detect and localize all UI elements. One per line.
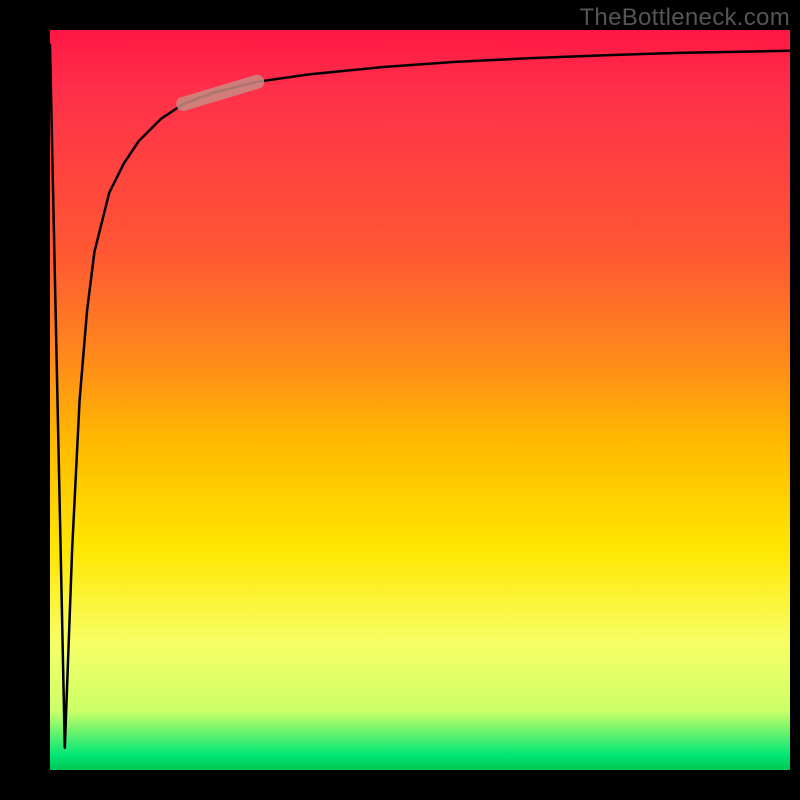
chart-container: TheBottleneck.com bbox=[0, 0, 800, 800]
plot-area bbox=[50, 30, 790, 770]
bottleneck-curve bbox=[50, 45, 790, 748]
curve-layer bbox=[50, 30, 790, 770]
highlight-segment bbox=[183, 82, 257, 104]
watermark-text: TheBottleneck.com bbox=[579, 4, 790, 32]
